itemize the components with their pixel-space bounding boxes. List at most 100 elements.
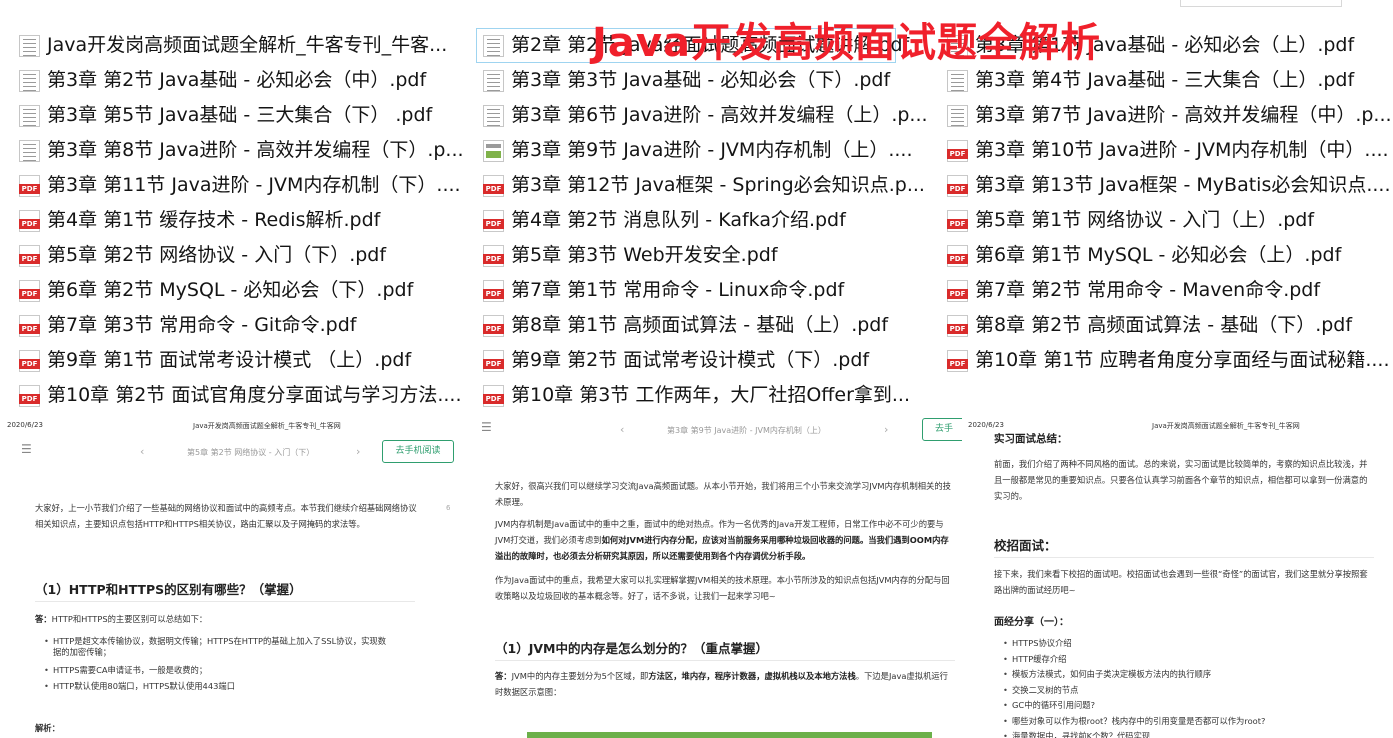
file-item[interactable]: 第10章 第3节 工作两年，大厂社招Offer拿到... xyxy=(483,378,910,413)
intro-paragraph: 大家好，上一小节我们介绍了一些基础的网络协议和面试中的高频考点。本节我们继续介绍… xyxy=(35,503,417,529)
file-name: 第10章 第1节 应聘者角度分享面经与面试秘籍.... xyxy=(975,349,1390,371)
file-item[interactable]: 第6章 第2节 MySQL - 必知必会（下）.pdf xyxy=(19,273,449,308)
pdf-icon xyxy=(483,314,504,337)
preview-panel-interview: 2020/6/23 Java开发岗高频面试题全解析_牛客专刊_牛客网 实习面试总… xyxy=(962,416,1393,738)
file-name: 第6章 第1节 MySQL - 必知必会（上）.pdf xyxy=(975,244,1342,266)
file-item[interactable]: 第3章 第10节 Java进阶 - JVM内存机制（中）.... xyxy=(947,133,1389,168)
answer-emphasis: 方法区，堆内存，程序计数器，虚拟机栈以及本地方法栈 xyxy=(648,671,856,681)
image-doc-icon xyxy=(483,139,504,162)
file-item[interactable]: 第3章 第6节 Java进阶 - 高效并发编程（上）.p... xyxy=(483,98,928,133)
chevron-left-icon[interactable]: ‹ xyxy=(620,423,624,436)
section-heading: 实习面试总结： xyxy=(994,433,1068,445)
file-item[interactable]: 第5章 第2节 网络协议 - 入门（下）.pdf xyxy=(19,238,449,273)
preview-header: Java开发岗高频面试题全解析_牛客专刊_牛客网 xyxy=(1152,422,1300,430)
file-name: 第3章 第10节 Java进阶 - JVM内存机制（中）.... xyxy=(975,139,1389,161)
file-name: 第4章 第2节 消息队列 - Kafka介绍.pdf xyxy=(511,209,846,231)
file-name: 第3章 第4节 Java基础 - 三大集合（上）.pdf xyxy=(975,69,1355,91)
file-item[interactable]: 第3章 第11节 Java进阶 - JVM内存机制（下）.... xyxy=(19,168,461,203)
overlay-title: Java开发高频面试题全解析 xyxy=(592,20,1101,66)
doc-icon xyxy=(947,69,968,92)
file-item[interactable]: Java开发岗高频面试题全解析_牛客专刊_牛客... xyxy=(19,28,449,63)
file-item[interactable]: 第10章 第1节 应聘者角度分享面经与面试秘籍.... xyxy=(947,343,1390,378)
menu-icon[interactable]: ☰ xyxy=(481,420,492,434)
pdf-icon xyxy=(947,279,968,302)
list-item: 交换二叉树的节点 xyxy=(1003,684,1078,697)
list-item: HTTPS需要CA申请证书，一般是收费的； xyxy=(44,664,207,677)
preview-panel-jvm: ☰ ‹ 第3章 第9节 Java进阶 - JVM内存机制（上） › 去手 大家好… xyxy=(475,416,963,738)
chevron-right-icon[interactable]: › xyxy=(356,445,360,458)
file-name: 第3章 第11节 Java进阶 - JVM内存机制（下）.... xyxy=(47,174,461,196)
file-item[interactable]: 第3章 第3节 Java基础 - 必知必会（下）.pdf xyxy=(483,63,903,98)
file-item[interactable]: 第3章 第2节 Java基础 - 必知必会（中）.pdf xyxy=(19,63,449,98)
file-name: 第10章 第2节 面试官角度分享面试与学习方法.... xyxy=(47,384,462,406)
pdf-icon xyxy=(483,244,504,267)
preview-date: 2020/6/23 xyxy=(968,421,1004,429)
file-item[interactable]: 第8章 第1节 高频面试算法 - 基础（上）.pdf xyxy=(483,308,903,343)
file-item[interactable]: 第3章 第12节 Java框架 - Spring必会知识点.p... xyxy=(483,168,925,203)
divider xyxy=(994,557,1374,558)
file-name: 第5章 第3节 Web开发安全.pdf xyxy=(511,244,778,266)
file-name: 第3章 第5节 Java基础 - 三大集合（下） .pdf xyxy=(47,104,433,126)
file-item[interactable]: 第9章 第2节 面试常考设计模式（下）.pdf xyxy=(483,343,903,378)
file-item[interactable]: 第9章 第1节 面试常考设计模式 （上）.pdf xyxy=(19,343,449,378)
file-name: 第8章 第2节 高频面试算法 - 基础（下）.pdf xyxy=(975,314,1353,336)
file-item[interactable]: 第7章 第1节 常用命令 - Linux命令.pdf xyxy=(483,273,903,308)
chevron-right-icon[interactable]: › xyxy=(884,423,888,436)
pdf-icon xyxy=(947,314,968,337)
file-item[interactable]: 第4章 第1节 缓存技术 - Redis解析.pdf xyxy=(19,203,449,238)
pdf-icon xyxy=(19,384,40,407)
file-item[interactable]: 第3章 第9节 Java进阶 - JVM内存机制（上）.... xyxy=(483,133,912,168)
pdf-icon xyxy=(947,139,968,162)
intro-paragraph: 大家好，很高兴我们可以继续学习交流Java高频面试题。从本小节开始，我们将用三个… xyxy=(495,481,951,507)
pdf-icon xyxy=(483,209,504,232)
read-on-phone-button[interactable]: 去手 xyxy=(922,418,963,441)
answer-text: JVM中的内存主要划分为5个区域，即 xyxy=(511,671,649,681)
file-item[interactable]: 第3章 第13节 Java框架 - MyBatis必会知识点.... xyxy=(947,168,1391,203)
section-heading: （1）JVM中的内存是怎么划分的？（重点掌握） xyxy=(495,641,768,656)
file-name: 第3章 第8节 Java进阶 - 高效并发编程（下）.p... xyxy=(47,139,464,161)
file-name: 第3章 第3节 Java基础 - 必知必会（下）.pdf xyxy=(511,69,891,91)
list-item: GC中的循环引用问题? xyxy=(1003,699,1095,712)
divider xyxy=(35,601,415,602)
chevron-left-icon[interactable]: ‹ xyxy=(140,445,144,458)
answer-line: 答：HTTP和HTTPS的主要区别可以总结如下： xyxy=(35,611,415,627)
menu-icon[interactable]: ☰ xyxy=(21,442,32,456)
list-item: 模板方法模式，如何由子类决定模板方法内的执行顺序 xyxy=(1003,668,1211,681)
file-item[interactable]: 第10章 第2节 面试官角度分享面试与学习方法.... xyxy=(19,378,462,413)
answer-text: HTTP和HTTPS的主要区别可以总结如下： xyxy=(51,614,208,624)
list-item: HTTP缓存介绍 xyxy=(1003,653,1066,666)
doc-icon xyxy=(947,104,968,127)
file-name: 第3章 第2节 Java基础 - 必知必会（中）.pdf xyxy=(47,69,427,91)
file-item[interactable]: 第3章 第5节 Java基础 - 三大集合（下） .pdf xyxy=(19,98,449,133)
file-item[interactable]: 第5章 第3节 Web开发安全.pdf xyxy=(483,238,903,273)
doc-icon xyxy=(19,139,40,162)
file-item[interactable]: 第3章 第4节 Java基础 - 三大集合（上）.pdf xyxy=(947,63,1367,98)
doc-icon xyxy=(483,34,504,57)
file-name: 第10章 第3节 工作两年，大厂社招Offer拿到... xyxy=(511,384,911,406)
jvm-diagram-image xyxy=(527,732,932,738)
preview-date: 2020/6/23 xyxy=(7,421,43,429)
pdf-icon xyxy=(483,384,504,407)
toolbar-field xyxy=(1180,0,1342,7)
file-name: 第3章 第12节 Java框架 - Spring必会知识点.p... xyxy=(511,174,925,196)
divider xyxy=(495,660,955,661)
file-item[interactable]: 第6章 第1节 MySQL - 必知必会（上）.pdf xyxy=(947,238,1367,273)
read-on-phone-button[interactable]: 去手机阅读 xyxy=(382,440,454,463)
doc-icon xyxy=(19,69,40,92)
body-paragraph: 作为Java面试中的重点，我希望大家可以扎实理解掌握JVM相关的技术原理。本小节… xyxy=(495,575,950,601)
pdf-icon xyxy=(947,209,968,232)
list-item: 海量数据中，寻找前K个数？代码实现 xyxy=(1003,730,1150,738)
body-paragraph: 前面，我们介绍了两种不同风格的面试。总的来说，实习面试是比较简单的，考察的知识点… xyxy=(994,459,1368,501)
file-item[interactable]: 第7章 第2节 常用命令 - Maven命令.pdf xyxy=(947,273,1367,308)
list-item: HTTP默认使用80端口，HTTPS默认使用443端口 xyxy=(44,680,235,693)
file-item[interactable]: 第8章 第2节 高频面试算法 - 基础（下）.pdf xyxy=(947,308,1367,343)
page-number: 6 xyxy=(446,504,451,512)
file-item[interactable]: 第3章 第7节 Java进阶 - 高效并发编程（中）.p... xyxy=(947,98,1392,133)
file-item[interactable]: 第4章 第2节 消息队列 - Kafka介绍.pdf xyxy=(483,203,903,238)
file-item[interactable]: 第5章 第1节 网络协议 - 入门（上）.pdf xyxy=(947,203,1367,238)
file-name: 第3章 第13节 Java框架 - MyBatis必会知识点.... xyxy=(975,174,1391,196)
file-item[interactable]: 第3章 第8节 Java进阶 - 高效并发编程（下）.p... xyxy=(19,133,464,168)
file-item[interactable]: 第7章 第3节 常用命令 - Git命令.pdf xyxy=(19,308,449,343)
pdf-icon xyxy=(483,279,504,302)
nav-title: 第3章 第9节 Java进阶 - JVM内存机制（上） xyxy=(667,426,826,435)
